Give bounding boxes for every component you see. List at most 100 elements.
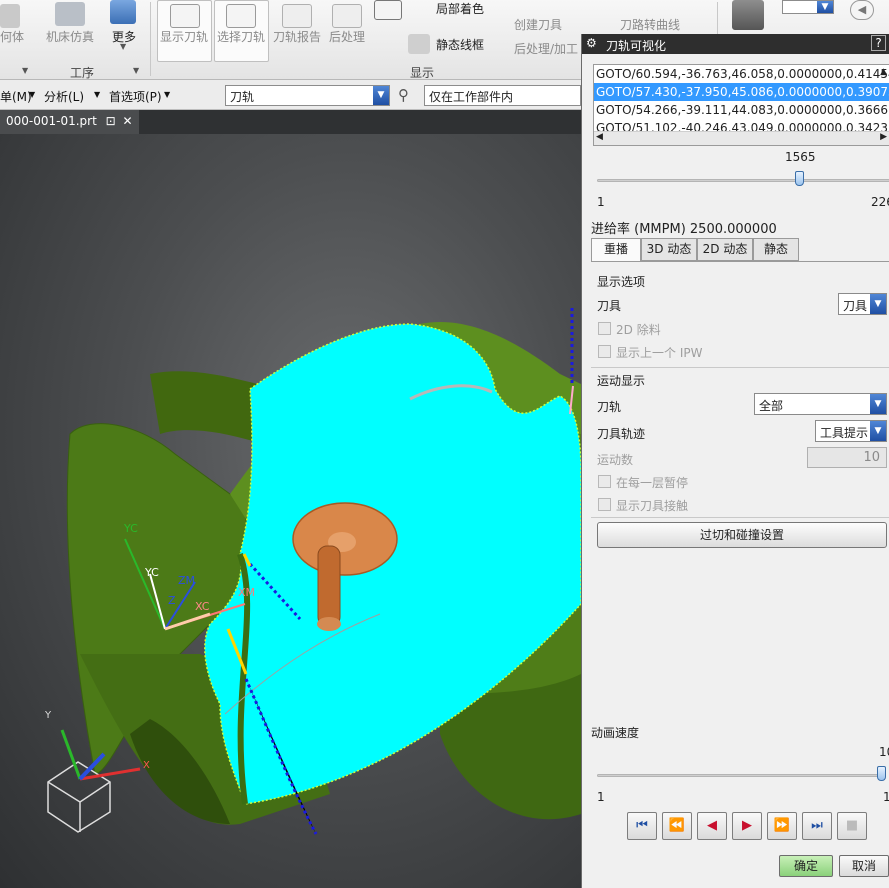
anim-speed-track[interactable] (597, 774, 886, 777)
chevron-down-icon[interactable]: ▼ (817, 1, 833, 13)
type-filter-combo[interactable]: 刀轨 ▼ (225, 85, 390, 106)
path-report-icon (282, 4, 312, 28)
ribbon-separator (150, 2, 151, 76)
checkbox-2d-remove[interactable] (598, 322, 611, 335)
eye-icon (170, 4, 200, 28)
chevron-down-icon[interactable]: ▼ (870, 421, 886, 441)
rewind-to-start-button[interactable]: ⏮ (627, 812, 657, 840)
ribbon-static-wire[interactable]: 静态线框 (436, 36, 484, 53)
geometry-icon (0, 4, 20, 28)
anim-speed-label: 动画速度 (591, 726, 640, 740)
tool-trace-value: 工具提示 (820, 426, 869, 440)
display-options-heading: 显示选项 (597, 275, 646, 289)
tool-trace-label: 刀具轨迹 (597, 427, 646, 441)
chevron-down-icon[interactable]: ▼ (373, 86, 389, 105)
tool-trace-combo[interactable]: 工具提示 ▼ (815, 420, 887, 442)
tab-replay[interactable]: 重播 (591, 238, 641, 262)
anim-speed-thumb[interactable] (877, 766, 886, 781)
list-item-selected[interactable]: GOTO/57.430,-37.950,45.086,0.0000000,0.3… (594, 83, 889, 101)
motion-display-heading: 运动显示 (597, 374, 646, 388)
play-forward-button[interactable]: ▶ (732, 812, 762, 840)
close-icon[interactable]: ✕ (123, 114, 133, 128)
tool-label: 刀具 (597, 299, 622, 313)
section-divider (591, 367, 889, 368)
ribbon-post-process[interactable]: 后处理 (329, 28, 365, 45)
path-label: 刀轨 (597, 400, 622, 414)
file-tab-label: 000-001-01.prt (6, 114, 97, 128)
axis-label-xc: XC (195, 600, 210, 613)
gouge-collision-settings-button[interactable]: 过切和碰撞设置 (597, 522, 887, 548)
path-value: 全部 (759, 399, 784, 413)
play-backward-button[interactable]: ◀ (697, 812, 727, 840)
type-filter-value: 刀轨 (230, 90, 255, 104)
checkbox-show-prev-ipw[interactable] (598, 345, 611, 358)
chevron-down-icon[interactable]: ▼ (133, 66, 139, 75)
motion-count-label: 运动数 (597, 453, 634, 467)
chevron-down-icon[interactable]: ▼ (29, 90, 35, 99)
stop-button[interactable]: ■ (837, 812, 867, 840)
list-horizontal-scrollbar[interactable]: ◀ ▶ (594, 131, 889, 145)
menu-analysis[interactable]: 分析(L) (44, 88, 84, 105)
scope-combo[interactable]: 仅在工作部件内 (424, 85, 581, 106)
ok-button[interactable]: 确定 (779, 855, 833, 877)
tool-display-combo[interactable]: 刀具 ▼ (838, 293, 887, 315)
ribbon-post-machine[interactable]: 后处理/加工 (514, 40, 578, 57)
menu-preferences[interactable]: 首选项(P) (109, 88, 162, 105)
play-icon: ▶ (742, 818, 752, 833)
step-back-icon: ⏪ (668, 818, 686, 833)
skip-back-icon: ⏮ (636, 818, 648, 833)
tab-2d-dynamic[interactable]: 2D 动态 (697, 238, 753, 261)
ribbon-show-path[interactable]: 显示刀轨 (160, 28, 208, 45)
checkbox-pause-each-layer[interactable] (598, 475, 611, 488)
chevron-down-icon[interactable]: ▼ (164, 90, 170, 99)
axis-label-xm: XM (238, 586, 256, 599)
skip-forward-icon: ⏭ (811, 818, 823, 833)
ribbon-path-to-curve[interactable]: 刀路转曲线 (620, 16, 680, 33)
chevron-down-icon[interactable]: ▼ (94, 90, 100, 99)
checkbox-show-tool-contact[interactable] (598, 498, 611, 511)
ribbon-select-path[interactable]: 选择刀轨 (217, 28, 265, 45)
layers-icon[interactable] (732, 0, 764, 30)
path-combo[interactable]: 全部 ▼ (754, 393, 887, 415)
goto-slider-track[interactable] (597, 179, 889, 182)
chevron-down-icon[interactable]: ▼ (870, 394, 886, 414)
cancel-button[interactable]: 取消 (839, 855, 889, 877)
goto-list[interactable]: GOTO/60.594,-36.763,46.058,0.0000000,0.4… (593, 64, 889, 146)
filter-icon[interactable]: ⚲ (398, 86, 409, 104)
menu-edit[interactable]: 单(M) (0, 88, 32, 105)
file-tab[interactable]: 000-001-01.prt ⊡ ✕ (0, 110, 139, 134)
list-item[interactable]: GOTO/54.266,-39.111,44.083,0.0000000,0.3… (594, 101, 889, 119)
list-item[interactable]: GOTO/60.594,-36.763,46.058,0.0000000,0.4… (594, 65, 889, 83)
axis-label-z: Z (168, 594, 176, 607)
layer-combo[interactable]: ▼ (782, 0, 834, 14)
ribbon-geometry[interactable]: 何体 (0, 28, 24, 45)
chevron-down-icon[interactable]: ▼ (22, 66, 28, 75)
graphics-viewport[interactable]: YC YC ZM Z XC XM Y X (0, 134, 581, 888)
scroll-right-icon[interactable]: ▶ (880, 132, 887, 142)
axis-label-zm: ZM (178, 574, 196, 587)
pause-each-layer-label: 在每一层暂停 (616, 476, 689, 490)
ribbon-create-tool[interactable]: 创建刀具 (514, 16, 562, 33)
chevron-down-icon[interactable]: ▼ (870, 294, 886, 314)
pin-icon[interactable]: ⊡ (106, 114, 116, 128)
help-button[interactable]: ? (871, 35, 886, 51)
anim-speed-top-value: 10 (879, 745, 889, 759)
goto-slider-thumb[interactable] (795, 171, 805, 186)
tab-3d-dynamic[interactable]: 3D 动态 (641, 238, 697, 261)
ribbon-local-shade[interactable]: 局部着色 (436, 0, 484, 17)
goto-slider-min: 1 (597, 195, 605, 209)
show-tool-contact-label: 显示刀具接触 (616, 499, 689, 513)
step-forward-button[interactable]: ⏩ (767, 812, 797, 840)
tab-static[interactable]: 静态 (753, 238, 799, 261)
back-button[interactable]: ◀ (850, 0, 874, 20)
shade-icon (374, 0, 402, 20)
ribbon-path-report[interactable]: 刀轨报告 (273, 28, 321, 45)
chevron-down-icon[interactable]: ▼ (120, 42, 126, 51)
gear-icon[interactable]: ⚙ (586, 36, 597, 50)
step-back-button[interactable]: ⏪ (662, 812, 692, 840)
scroll-left-icon[interactable]: ◀ (596, 132, 603, 142)
scroll-up-icon[interactable]: ▲ (880, 67, 887, 77)
motion-count-input[interactable]: 10 (807, 447, 887, 468)
ribbon-machine-sim[interactable]: 机床仿真 (46, 28, 94, 45)
fast-forward-end-button[interactable]: ⏭ (802, 812, 832, 840)
